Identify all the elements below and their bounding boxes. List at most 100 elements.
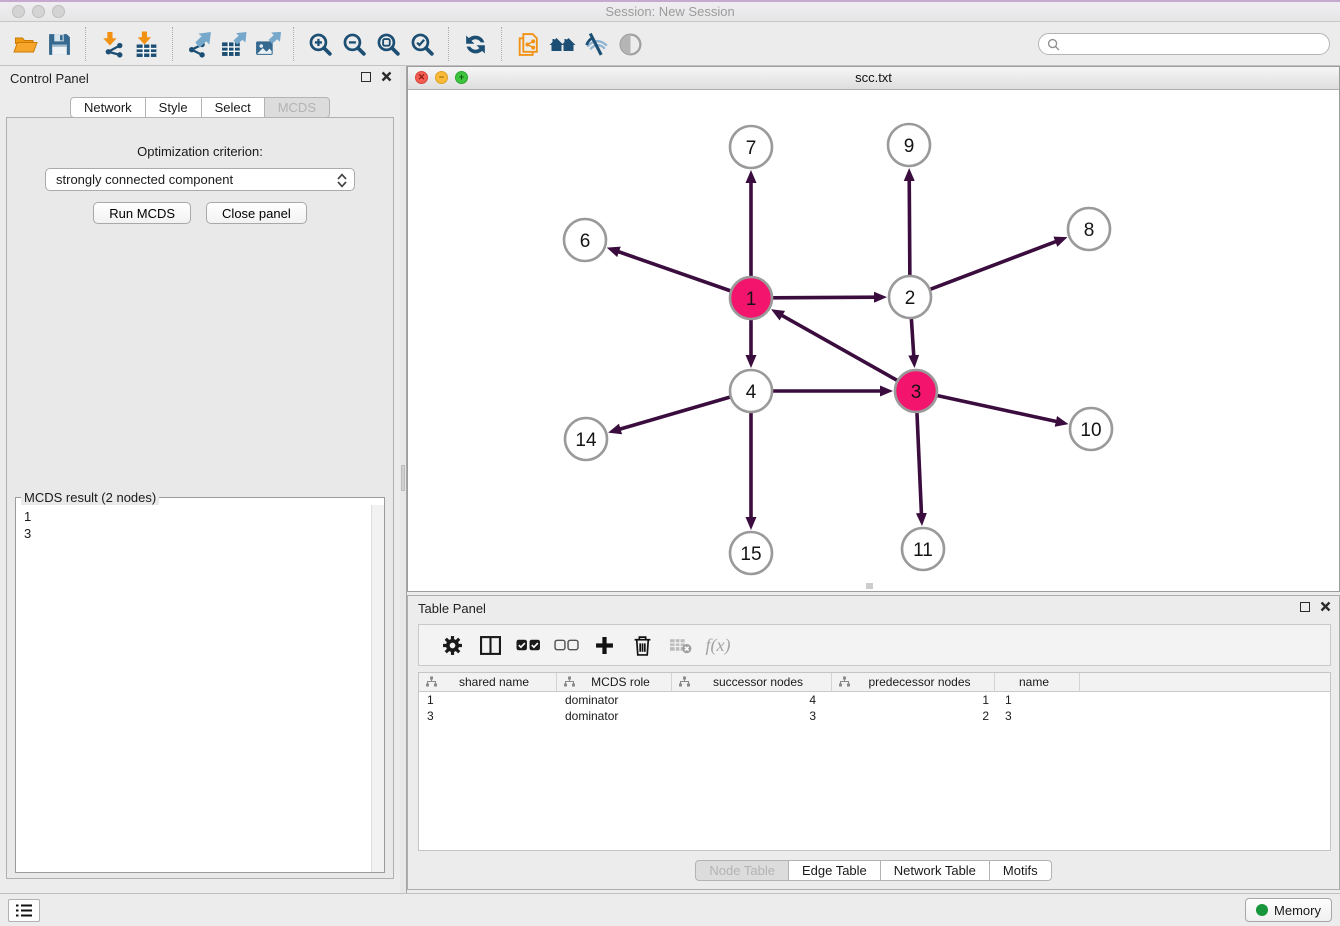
tab-node-table[interactable]: Node Table [695,860,789,881]
import-table-icon [133,31,160,58]
window-close-button[interactable] [12,5,25,18]
mcds-result-text[interactable]: 1 3 [24,508,384,542]
close-panel-button[interactable]: Close panel [206,202,307,224]
close-table-panel-icon[interactable] [1320,601,1331,612]
window-zoom-button[interactable] [52,5,65,18]
memory-button[interactable]: Memory [1245,898,1332,922]
graph-edge-3-11[interactable] [917,413,922,516]
table-cell[interactable]: 1 [995,693,1080,707]
table-cell[interactable]: 3 [419,709,557,723]
table-cell[interactable]: 3 [995,709,1080,723]
tab-mcds[interactable]: MCDS [264,97,330,118]
graph-edge-1-6[interactable] [616,251,730,291]
tab-network-table[interactable]: Network Table [880,860,990,881]
column-header-shared-name[interactable]: shared name [419,673,557,691]
import-table-button[interactable] [129,26,163,62]
delete-column-button[interactable] [623,628,661,662]
tab-style[interactable]: Style [145,97,202,118]
graph-node-1[interactable]: 1 [730,277,772,319]
export-image-button[interactable] [250,26,284,62]
window-resize-grip[interactable] [866,583,873,589]
deselect-all-button[interactable] [547,628,585,662]
tab-edge-table[interactable]: Edge Table [788,860,881,881]
node-label: 4 [746,382,757,403]
table-settings-button[interactable] [433,628,471,662]
graph-edge-3-10[interactable] [937,396,1058,422]
select-all-button[interactable] [509,628,547,662]
save-session-button[interactable] [42,26,76,62]
clone-network-button[interactable] [511,26,545,62]
graph-edge-2-8[interactable] [931,241,1059,289]
graph-node-9[interactable]: 9 [888,124,930,166]
tab-motifs[interactable]: Motifs [989,860,1052,881]
split-panel-button[interactable] [471,628,509,662]
show-hidden-button[interactable] [613,26,647,62]
close-panel-icon[interactable] [381,71,392,82]
table-cell[interactable]: 1 [419,693,557,707]
table-cell[interactable]: dominator [557,709,672,723]
network-zoom-button[interactable]: + [455,71,468,84]
graph-node-3[interactable]: 3 [895,370,937,412]
graph-node-8[interactable]: 8 [1068,208,1110,250]
home-button[interactable] [545,26,579,62]
refresh-icon [462,31,489,58]
column-header-predecessor-nodes[interactable]: predecessor nodes [832,673,995,691]
graph-node-6[interactable]: 6 [564,219,606,261]
zoom-fit-button[interactable] [371,26,405,62]
table-cell[interactable]: dominator [557,693,672,707]
table-cell[interactable]: 4 [672,693,832,707]
network-canvas[interactable]: 7 9 6 8 1 2 4 3 14 10 15 11 [408,90,1339,591]
node-label: 14 [575,430,597,451]
table-row[interactable]: 1dominator411 [419,692,1330,708]
zoom-in-button[interactable] [303,26,337,62]
graph-node-2[interactable]: 2 [889,276,931,318]
graph-edge-1-2[interactable] [773,297,877,298]
network-minimize-button[interactable]: − [435,71,448,84]
table-row[interactable]: 3dominator323 [419,708,1330,724]
optimization-criterion-dropdown[interactable]: strongly connected component [45,168,355,191]
graph-node-4[interactable]: 4 [730,370,772,412]
open-session-button[interactable] [8,26,42,62]
table-cell[interactable]: 2 [832,709,995,723]
add-column-button[interactable] [585,628,623,662]
graph-node-7[interactable]: 7 [730,126,772,168]
delete-table-button[interactable] [661,628,699,662]
float-panel-icon[interactable] [361,72,371,82]
search-input[interactable] [1064,36,1321,52]
node-label: 1 [746,289,757,310]
hide-selected-button[interactable] [579,26,613,62]
run-mcds-button[interactable]: Run MCDS [93,202,191,224]
float-table-panel-icon[interactable] [1300,602,1310,612]
tab-network[interactable]: Network [70,97,146,118]
graph-node-14[interactable]: 14 [565,418,607,460]
refresh-layout-button[interactable] [458,26,492,62]
graph-node-10[interactable]: 10 [1070,408,1112,450]
graph-edge-4-14[interactable] [618,397,730,430]
export-network-button[interactable] [182,26,216,62]
network-close-button[interactable]: ✕ [415,71,428,84]
column-header-successor-nodes[interactable]: successor nodes [672,673,832,691]
graph-edge-2-9[interactable] [909,178,910,275]
window-minimize-button[interactable] [32,5,45,18]
tab-select[interactable]: Select [201,97,265,118]
fx-icon: f(x) [706,635,731,656]
task-history-button[interactable] [8,899,40,922]
zoom-selected-button[interactable] [405,26,439,62]
graph-node-11[interactable]: 11 [902,528,944,570]
table-cell[interactable]: 1 [832,693,995,707]
function-builder-button[interactable]: f(x) [699,628,737,662]
network-window-titlebar[interactable]: ✕ − + scc.txt [408,67,1339,90]
result-scrollbar[interactable] [371,505,384,872]
table-cell[interactable]: 3 [672,709,832,723]
graph-node-15[interactable]: 15 [730,532,772,574]
mcds-result-legend: MCDS result (2 nodes) [21,490,159,505]
graph-edge-3-1[interactable] [780,314,897,380]
import-network-button[interactable] [95,26,129,62]
zoom-out-button[interactable] [337,26,371,62]
export-table-button[interactable] [216,26,250,62]
column-header-MCDS-role[interactable]: MCDS role [557,673,672,691]
splitter-grip[interactable] [401,465,405,491]
panel-splitter[interactable] [400,66,407,893]
graph-edge-2-3[interactable] [911,319,913,358]
column-header-name[interactable]: name [995,673,1080,691]
